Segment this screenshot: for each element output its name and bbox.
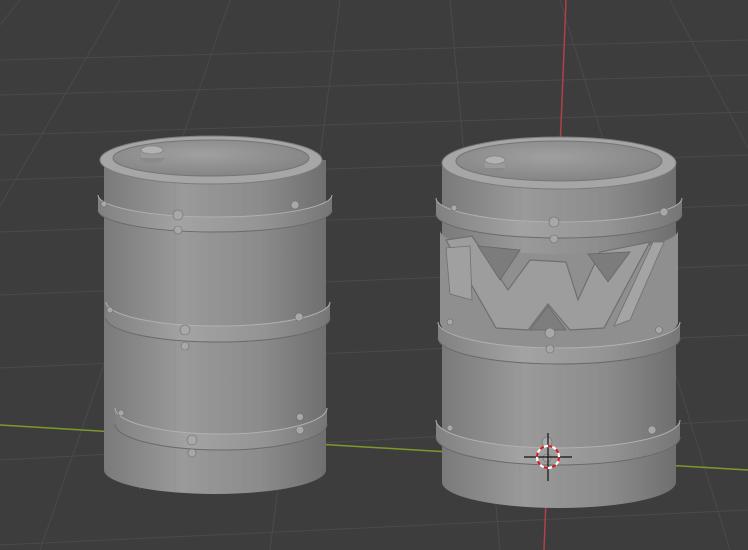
viewport-canvas[interactable] (0, 0, 748, 550)
barrel-plain[interactable] (97, 135, 333, 494)
3d-viewport[interactable] (0, 0, 748, 550)
